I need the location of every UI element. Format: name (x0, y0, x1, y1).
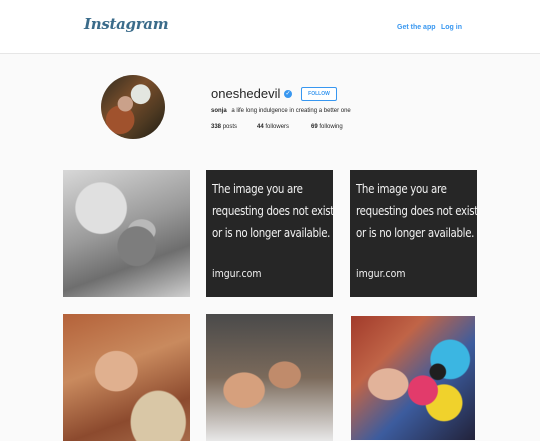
unavailable-line-2: requesting does not exist (212, 203, 333, 218)
followers-label: followers (265, 124, 290, 130)
unavailable-image-message: The image you are requesting does not ex… (212, 178, 333, 244)
unavailable-image-message: The image you are requesting does not ex… (356, 178, 477, 244)
get-the-app-link[interactable]: Get the app (397, 24, 436, 31)
posts-label: posts (222, 124, 238, 130)
unavailable-line-3: or is no longer available. (356, 225, 475, 240)
followers-stat[interactable]: 44 followers (257, 124, 289, 130)
unavailable-line-2: requesting does not exist (356, 203, 477, 218)
post-tile-6[interactable] (351, 316, 475, 440)
verified-badge-icon: ✓ (284, 90, 292, 98)
unavailable-line-1: The image you are (212, 181, 303, 196)
following-stat[interactable]: 69 following (311, 124, 343, 130)
profile-username: oneshedevil (211, 86, 281, 101)
post-tile-4[interactable] (63, 314, 190, 441)
log-in-link[interactable]: Log in (441, 24, 462, 31)
profile-bio: sonja a life long indulgence in creating… (211, 108, 351, 114)
following-label: following (319, 124, 343, 130)
instagram-logo[interactable]: Instagram (84, 15, 169, 33)
post-tile-1[interactable] (63, 170, 190, 297)
top-navigation-bar: Instagram Get the app Log in (0, 0, 540, 54)
bio-name: sonja (211, 108, 227, 114)
post-tile-2[interactable]: The image you are requesting does not ex… (206, 170, 333, 297)
follow-button[interactable]: FOLLOW (301, 87, 337, 101)
imgur-watermark: imgur.com (212, 267, 262, 280)
post-tile-3[interactable]: The image you are requesting does not ex… (350, 170, 477, 297)
unavailable-line-1: The image you are (356, 181, 447, 196)
profile-avatar[interactable] (101, 75, 165, 139)
post-tile-5[interactable] (206, 314, 333, 441)
following-count: 69 (311, 124, 318, 130)
unavailable-line-3: or is no longer available. (212, 225, 331, 240)
posts-stat: 338 posts (211, 124, 237, 130)
followers-count: 44 (257, 124, 264, 130)
imgur-watermark: imgur.com (356, 267, 406, 280)
posts-count: 338 (211, 124, 222, 130)
bio-text: a life long indulgence in creating a bet… (231, 108, 351, 114)
